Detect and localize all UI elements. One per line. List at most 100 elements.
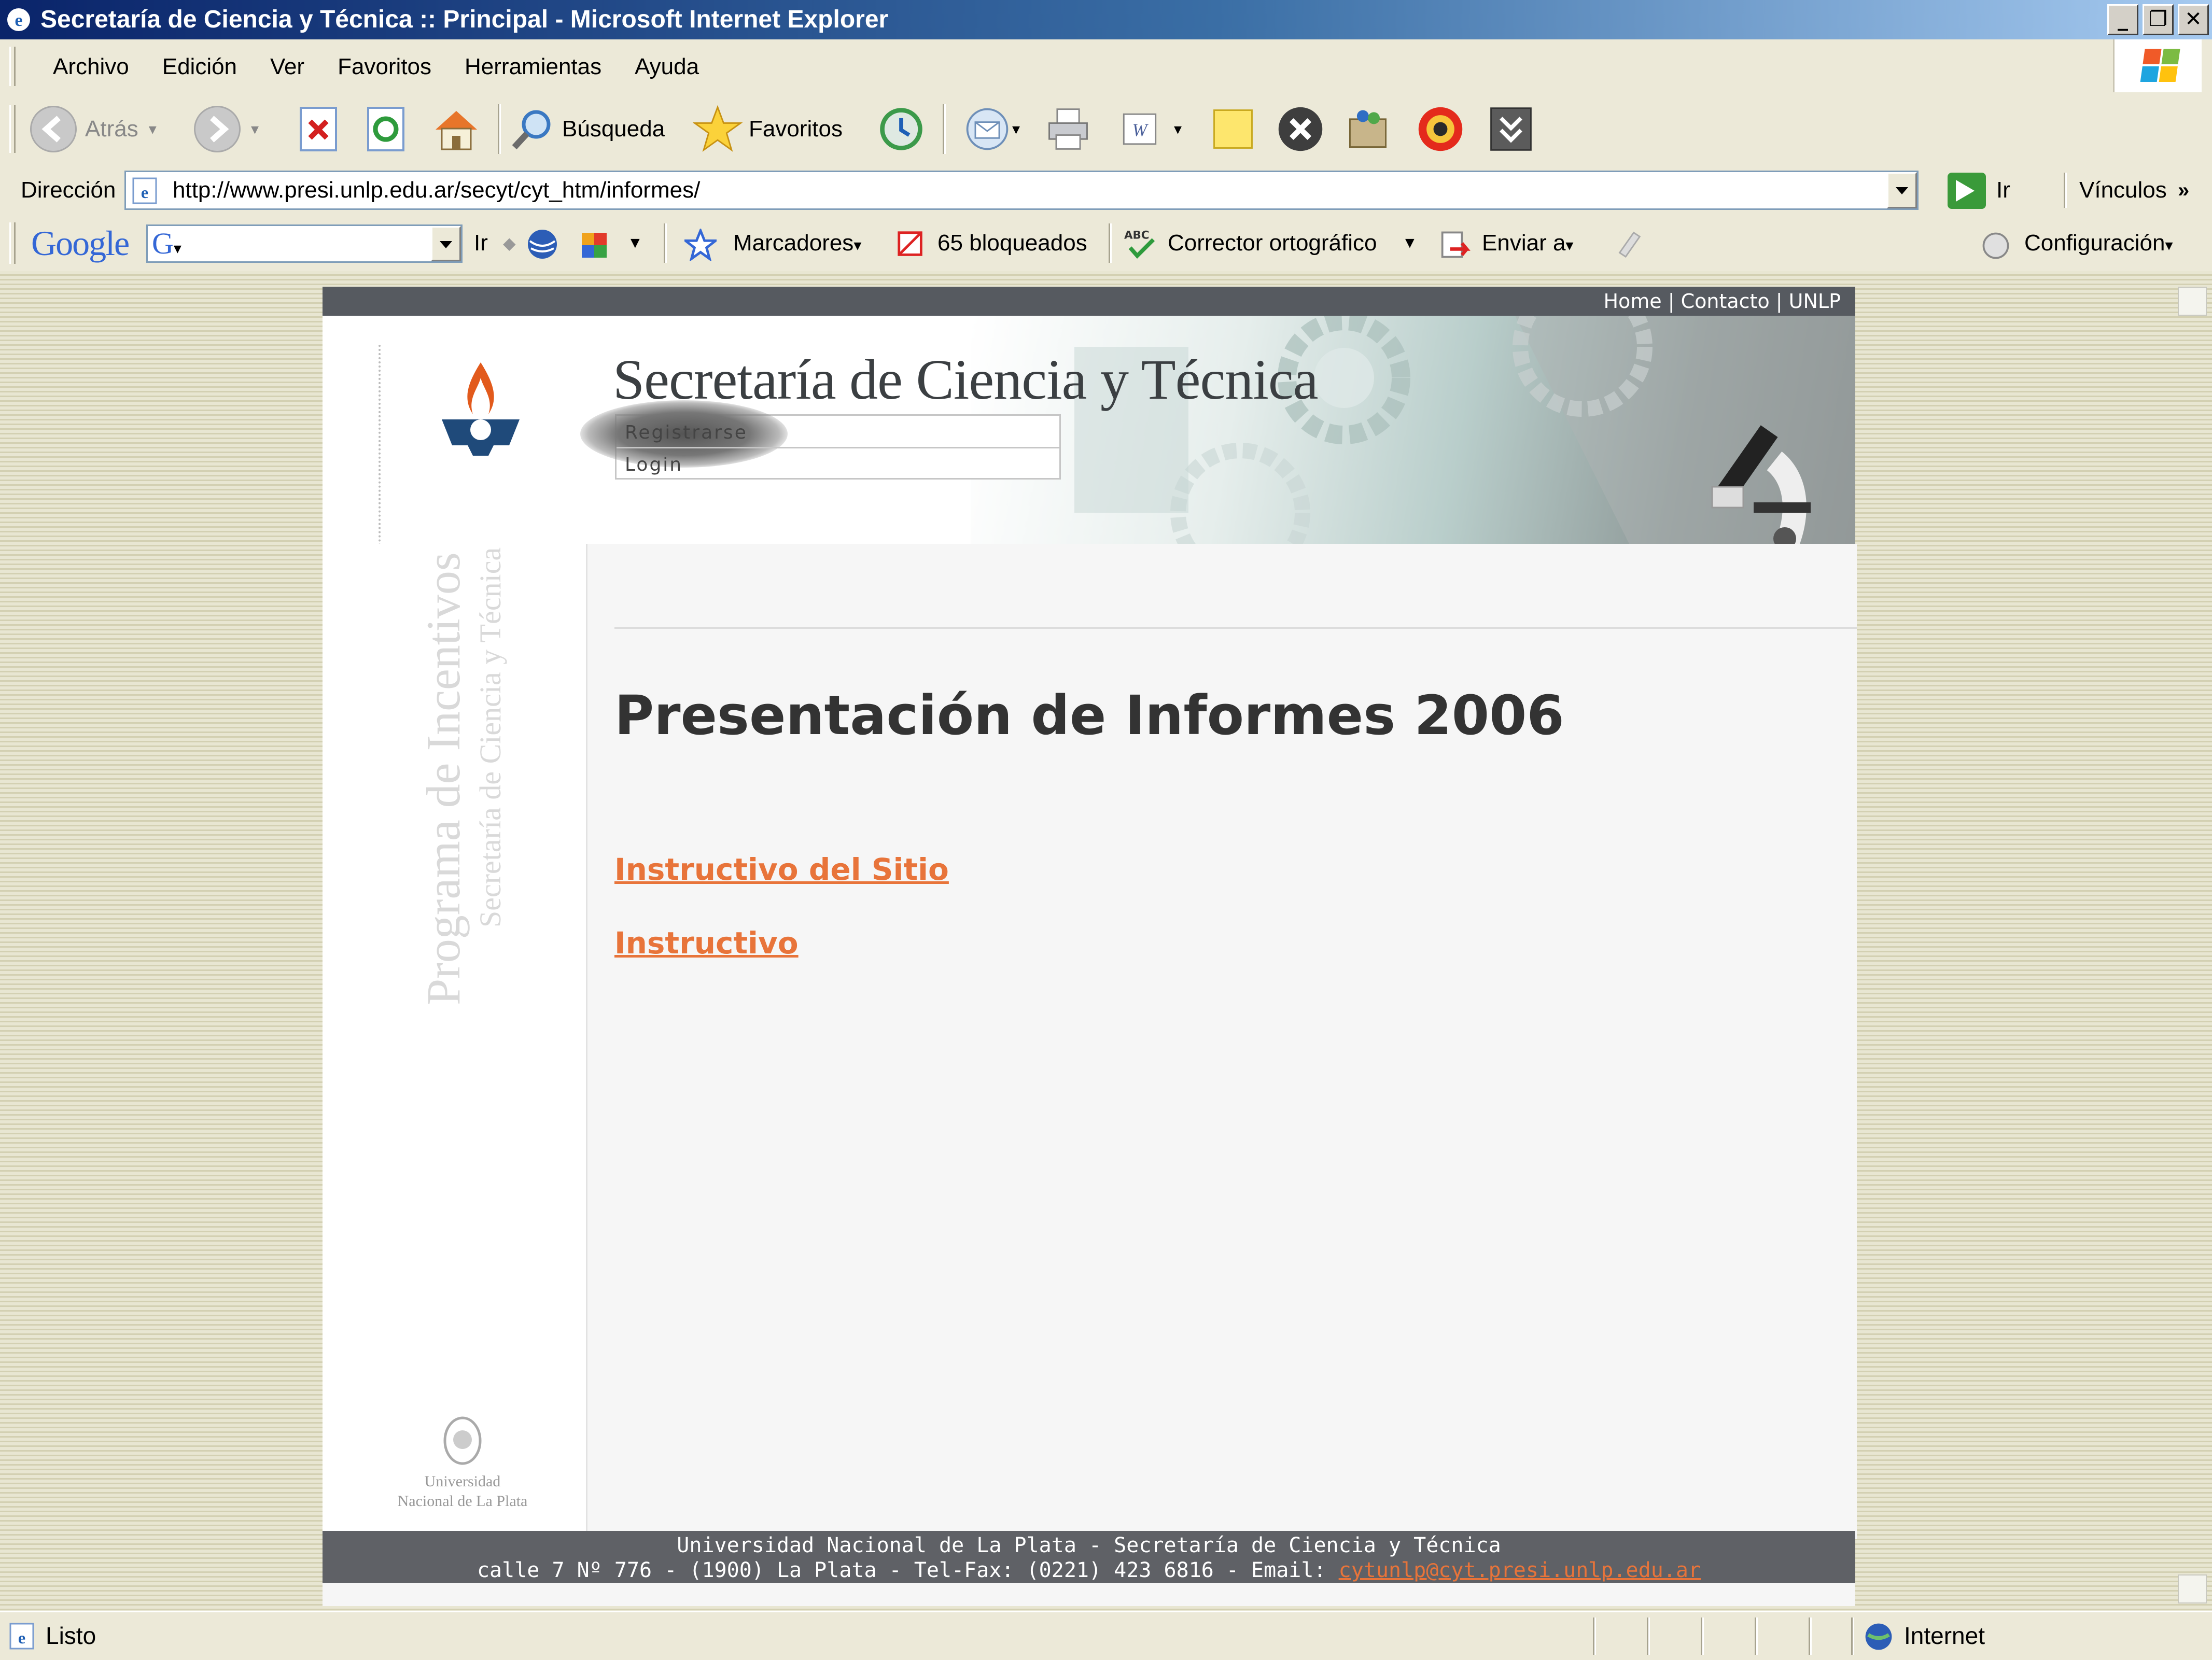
- menu-ver[interactable]: Ver: [254, 54, 321, 80]
- instructivo-sitio-link[interactable]: Instructivo del Sitio: [614, 852, 949, 887]
- messenger-button[interactable]: [1343, 102, 1393, 156]
- top-links[interactable]: Home | Contacto | UNLP: [1603, 287, 1841, 316]
- edit-button[interactable]: W ▾: [1115, 102, 1182, 156]
- history-button[interactable]: [876, 102, 926, 156]
- status-text: Listo: [46, 1622, 96, 1649]
- standard-toolbar: Atrás ▾ ▾ Búsqueda Favoritos ▾ W ▾: [0, 94, 2212, 166]
- bookmark-star-icon[interactable]: [684, 229, 717, 261]
- notes-button[interactable]: [1208, 102, 1258, 156]
- forward-arrow-icon: [194, 106, 241, 152]
- vertical-scrollbar[interactable]: [2178, 287, 2207, 1603]
- sidebar-subtitle: Secretaría de Ciencia y Técnica: [473, 547, 507, 927]
- footer-line-2: calle 7 Nº 776 - (1900) La Plata - Tel-F…: [323, 1558, 1855, 1583]
- chevron-right-icon[interactable]: »: [2178, 165, 2189, 215]
- menu-herramientas[interactable]: Herramientas: [448, 54, 618, 80]
- menu-edicion[interactable]: Edición: [146, 54, 254, 80]
- instructivo-link[interactable]: Instructivo: [614, 925, 799, 961]
- highlighter-icon[interactable]: [1613, 228, 1645, 260]
- settings-circle-icon[interactable]: [1981, 231, 2011, 261]
- go-button[interactable]: Ir: [1996, 165, 2010, 215]
- google-go-button[interactable]: Ir: [474, 215, 488, 271]
- ie-page-icon: e: [132, 177, 157, 204]
- send-to-button[interactable]: Enviar a▾: [1482, 215, 1573, 274]
- refresh-button[interactable]: [365, 102, 407, 156]
- footer-address: calle 7 Nº 776 - (1900) La Plata - Tel-F…: [477, 1558, 1339, 1582]
- puzzle-icon[interactable]: [578, 228, 611, 261]
- menu-archivo[interactable]: Archivo: [36, 54, 146, 80]
- links-button[interactable]: Vínculos: [2079, 165, 2167, 215]
- sidebar-title: Programa de Incentivos: [417, 552, 470, 1005]
- bookmarks-button[interactable]: Marcadores▾: [733, 215, 861, 274]
- menu-favoritos[interactable]: Favoritos: [321, 54, 448, 80]
- ie-status-icon: e: [9, 1623, 34, 1650]
- popup-blocker-icon[interactable]: [895, 229, 927, 261]
- collapse-icon: [1490, 107, 1532, 151]
- windows-logo-icon: [2113, 39, 2202, 92]
- settings-label: Configuración: [2024, 230, 2165, 256]
- svg-text:e: e: [18, 1628, 25, 1647]
- footer: Universidad Nacional de La Plata - Secre…: [323, 1531, 1855, 1583]
- google-g-icon[interactable]: G▾: [152, 227, 181, 265]
- search-label: Búsqueda: [562, 116, 665, 142]
- send-icon[interactable]: [1439, 228, 1474, 262]
- login-box: Registrarse Login: [580, 400, 1061, 480]
- x-circle-icon: [1278, 107, 1323, 151]
- footer-email-link[interactable]: cytunlp@cyt.presi.unlp.edu.ar: [1339, 1558, 1701, 1582]
- scroll-down-button[interactable]: [2178, 1574, 2207, 1603]
- address-bar: Dirección e http://www.presi.unlp.edu.ar…: [0, 165, 2212, 216]
- svg-text:e: e: [141, 183, 148, 202]
- address-dropdown-button[interactable]: [1887, 172, 1917, 208]
- minimize-button[interactable]: _: [2107, 4, 2138, 35]
- favorites-button[interactable]: Favoritos: [693, 102, 843, 156]
- register-link[interactable]: Registrarse: [625, 422, 748, 443]
- search-icon: [512, 110, 551, 150]
- zone-label: Internet: [1904, 1622, 1985, 1649]
- go-arrow-icon[interactable]: [1948, 173, 1986, 209]
- home-icon: [436, 111, 477, 150]
- stop-button[interactable]: [298, 102, 339, 156]
- history-icon: [880, 108, 922, 150]
- forward-button[interactable]: ▾: [194, 102, 259, 156]
- sticky-note-icon: [1213, 109, 1253, 149]
- spellcheck-dropdown-icon[interactable]: ▼: [1402, 215, 1418, 271]
- scroll-up-button[interactable]: [2178, 287, 2207, 316]
- login-link[interactable]: Login: [625, 454, 683, 475]
- word-icon: W: [1123, 113, 1157, 145]
- realplayer-button[interactable]: [1416, 102, 1465, 156]
- settings-button[interactable]: Configuración▾: [2024, 215, 2173, 274]
- menu-ayuda[interactable]: Ayuda: [618, 54, 716, 80]
- globe-icon[interactable]: [526, 228, 559, 261]
- bookmarks-label: Marcadores: [733, 230, 854, 256]
- mail-icon: [966, 108, 1009, 150]
- blocked-count[interactable]: 65 bloqueados: [937, 215, 1087, 271]
- university-seal-icon: [443, 1416, 482, 1465]
- title-bar: e Secretaría de Ciencia y Técnica :: Pri…: [0, 0, 2212, 39]
- svg-text:e: e: [15, 11, 22, 30]
- spellcheck-icon[interactable]: ABC: [1123, 227, 1158, 262]
- stop-icon: [300, 107, 337, 151]
- people-icon: [1349, 110, 1387, 148]
- web-page: Home | Contacto | UNLP Secretaría de Cie…: [323, 287, 1857, 1606]
- web-content: Home | Contacto | UNLP Secretaría de Cie…: [0, 271, 2212, 1611]
- window-title: Secretaría de Ciencia y Técnica :: Princ…: [40, 6, 889, 33]
- search-button[interactable]: Búsqueda: [508, 102, 665, 156]
- home-button[interactable]: [430, 102, 482, 156]
- close-button[interactable]: ✕: [2178, 4, 2209, 35]
- spellcheck-button[interactable]: Corrector ortográfico: [1168, 215, 1377, 271]
- back-button[interactable]: Atrás ▾: [30, 102, 157, 156]
- puzzle-dropdown-icon[interactable]: ▼: [627, 215, 643, 271]
- header: Secretaría de Ciencia y Técnica Registra…: [323, 316, 1855, 581]
- google-search-dropdown[interactable]: [431, 226, 461, 261]
- ie-icon: e: [7, 8, 30, 31]
- collapse-button[interactable]: [1486, 102, 1536, 156]
- print-button[interactable]: [1043, 102, 1093, 156]
- restore-button[interactable]: ❐: [2143, 4, 2174, 35]
- address-input[interactable]: e http://www.presi.unlp.edu.ar/secyt/cyt…: [124, 171, 1919, 210]
- internet-globe-icon: [1865, 1623, 1892, 1650]
- mail-button[interactable]: ▾: [962, 102, 1020, 156]
- google-search-input[interactable]: G▾: [146, 224, 463, 263]
- close-tool-button[interactable]: [1276, 102, 1325, 156]
- sidebar: Programa de Incentivos Secretaría de Cie…: [323, 544, 586, 1539]
- back-label: Atrás: [85, 116, 138, 142]
- menu-bar: Archivo Edición Ver Favoritos Herramient…: [0, 39, 2212, 95]
